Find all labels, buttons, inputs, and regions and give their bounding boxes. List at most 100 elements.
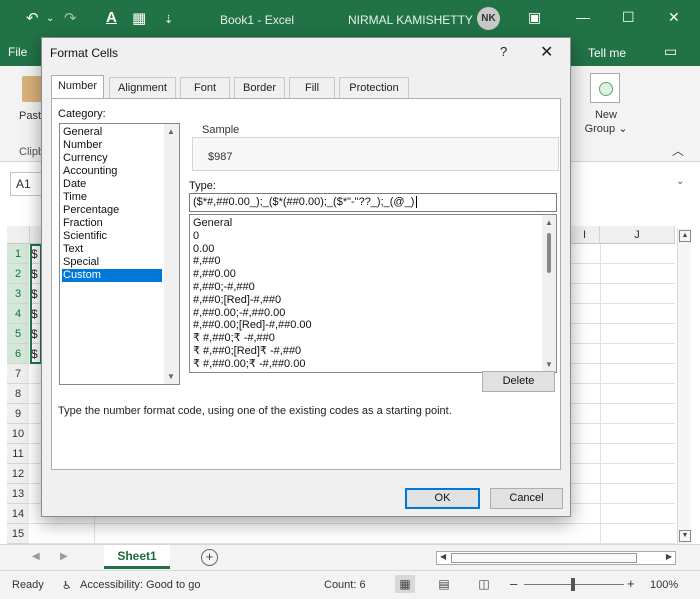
- tab-alignment[interactable]: Alignment: [109, 77, 176, 98]
- row-header[interactable]: 10: [7, 424, 29, 444]
- tab-file[interactable]: File: [8, 45, 27, 59]
- category-item-date[interactable]: Date: [62, 178, 162, 191]
- row-header[interactable]: 4: [7, 304, 29, 324]
- scroll-up-icon[interactable]: ▲: [167, 127, 175, 136]
- format-code-item[interactable]: #,##0.00: [193, 268, 236, 281]
- tab-protection[interactable]: Protection: [339, 77, 409, 98]
- row-header[interactable]: 14: [7, 504, 29, 524]
- column-header[interactable]: I: [570, 226, 600, 244]
- scroll-up-icon[interactable]: ▲: [545, 218, 553, 227]
- prev-sheet-icon[interactable]: ◀: [32, 551, 40, 562]
- accessibility-status[interactable]: Accessibility: Good to go: [80, 579, 200, 591]
- accessibility-icon[interactable]: ♿: [62, 579, 72, 592]
- category-item-currency[interactable]: Currency: [62, 152, 162, 165]
- scrollbar-thumb[interactable]: [451, 553, 637, 563]
- row-header[interactable]: 12: [7, 464, 29, 484]
- tab-font[interactable]: Font: [180, 77, 230, 98]
- row-header[interactable]: 15: [7, 524, 29, 544]
- row-header[interactable]: 8: [7, 384, 29, 404]
- row-header[interactable]: 13: [7, 484, 29, 504]
- collapse-ribbon-icon[interactable]: ︿: [672, 142, 684, 159]
- name-box[interactable]: A1: [10, 172, 44, 196]
- category-item-percentage[interactable]: Percentage: [62, 204, 162, 217]
- category-item-special[interactable]: Special: [62, 256, 162, 269]
- avatar[interactable]: NK: [477, 7, 500, 30]
- undo-icon[interactable]: ↶: [26, 9, 39, 27]
- format-code-item[interactable]: #,##0;-#,##0: [193, 281, 255, 294]
- format-code-item[interactable]: #,##0.00;[Red]-#,##0.00: [193, 319, 312, 332]
- undo-dropdown-icon[interactable]: ⌄: [46, 13, 54, 24]
- format-code-item[interactable]: ₹ #,##0;₹ -#,##0: [193, 332, 275, 345]
- format-code-item[interactable]: 0.00: [193, 243, 214, 256]
- row-header[interactable]: 9: [7, 404, 29, 424]
- scroll-left-icon[interactable]: ◀: [440, 552, 446, 561]
- category-item-scientific[interactable]: Scientific: [62, 230, 162, 243]
- scroll-right-icon[interactable]: ▶: [666, 552, 672, 561]
- horizontal-scrollbar[interactable]: ◀ ▶: [436, 551, 676, 565]
- tab-fill[interactable]: Fill: [289, 77, 335, 98]
- row-header[interactable]: 6: [7, 344, 29, 364]
- comments-icon[interactable]: ▭: [664, 43, 677, 60]
- minimize-icon[interactable]: —: [576, 9, 590, 25]
- add-sheet-icon[interactable]: +: [201, 549, 218, 566]
- count-status[interactable]: Count: 6: [324, 579, 366, 591]
- select-all-corner[interactable]: [7, 226, 30, 244]
- row-header[interactable]: 7: [7, 364, 29, 384]
- scroll-down-icon[interactable]: ▼: [545, 360, 553, 369]
- tab-number[interactable]: Number: [51, 75, 104, 98]
- next-sheet-icon[interactable]: ▶: [60, 551, 68, 562]
- maximize-icon[interactable]: ☐: [622, 9, 635, 26]
- window-close-icon[interactable]: ✕: [668, 9, 680, 26]
- delete-button[interactable]: Delete: [482, 371, 555, 392]
- user-name[interactable]: NIRMAL KAMISHETTY: [348, 13, 473, 27]
- cancel-button[interactable]: Cancel: [490, 488, 563, 509]
- category-item-number[interactable]: Number: [62, 139, 162, 152]
- category-item-custom[interactable]: Custom: [62, 269, 162, 282]
- zoom-in-icon[interactable]: +: [627, 576, 635, 591]
- column-header[interactable]: J: [600, 226, 675, 244]
- vertical-scrollbar[interactable]: ▲ ▼: [677, 228, 691, 544]
- redo-icon[interactable]: ↷: [64, 9, 77, 27]
- ribbon-display-icon[interactable]: ▣: [528, 9, 541, 26]
- category-item-general[interactable]: General: [62, 126, 162, 139]
- help-icon[interactable]: ?: [500, 44, 507, 59]
- format-code-scrollbar[interactable]: ▲ ▼: [542, 215, 556, 372]
- scroll-down-icon[interactable]: ▼: [679, 530, 691, 542]
- type-input[interactable]: ($*#,##0.00_);_($*(##0.00);_($*"-"??_);_…: [189, 193, 557, 212]
- format-code-item[interactable]: ₹ #,##0;[Red]₹ -#,##0: [193, 345, 301, 358]
- page-break-view-icon[interactable]: ◫: [474, 575, 494, 593]
- tab-border[interactable]: Border: [234, 77, 285, 98]
- category-item-time[interactable]: Time: [62, 191, 162, 204]
- row-header[interactable]: 5: [7, 324, 29, 344]
- zoom-out-icon[interactable]: –: [510, 576, 517, 591]
- format-code-item[interactable]: 0: [193, 230, 199, 243]
- sheet-tab[interactable]: Sheet1: [104, 545, 170, 569]
- category-scrollbar[interactable]: ▲ ▼: [164, 124, 179, 384]
- format-code-item[interactable]: #,##0: [193, 255, 221, 268]
- category-item-text[interactable]: Text: [62, 243, 162, 256]
- scroll-down-icon[interactable]: ▼: [167, 372, 175, 381]
- scrollbar-thumb[interactable]: [547, 233, 551, 273]
- category-item-accounting[interactable]: Accounting: [62, 165, 162, 178]
- format-code-item[interactable]: #,##0.00;-#,##0.00: [193, 307, 285, 320]
- zoom-slider-thumb[interactable]: [571, 578, 575, 591]
- format-code-item[interactable]: ₹ #,##0.00;₹ -#,##0.00: [193, 358, 305, 371]
- page-layout-view-icon[interactable]: ▤: [434, 575, 454, 593]
- new-group-icon[interactable]: [590, 73, 620, 103]
- new-group-button[interactable]: New Group ⌄: [583, 108, 629, 136]
- row-header[interactable]: 11: [7, 444, 29, 464]
- row-header[interactable]: 3: [7, 284, 29, 304]
- row-header[interactable]: 1: [7, 244, 29, 264]
- zoom-level[interactable]: 100%: [650, 579, 678, 591]
- expand-formula-bar-icon[interactable]: ⌄: [676, 176, 684, 187]
- ok-button[interactable]: OK: [405, 488, 480, 509]
- scroll-up-icon[interactable]: ▲: [679, 230, 691, 242]
- close-icon[interactable]: ✕: [540, 42, 553, 62]
- category-listbox[interactable]: General Number Currency Accounting Date Time P…: [59, 123, 180, 385]
- format-code-listbox[interactable]: General 0 0.00 #,##0 #,##0.00 #,##0;-#,##0 #,#…: [189, 214, 557, 373]
- borders-icon[interactable]: ▦: [132, 9, 146, 27]
- font-color-icon[interactable]: A: [106, 9, 117, 26]
- row-header[interactable]: 2: [7, 264, 29, 284]
- format-code-item[interactable]: General: [193, 217, 232, 230]
- tell-me-search[interactable]: Tell me: [588, 46, 626, 60]
